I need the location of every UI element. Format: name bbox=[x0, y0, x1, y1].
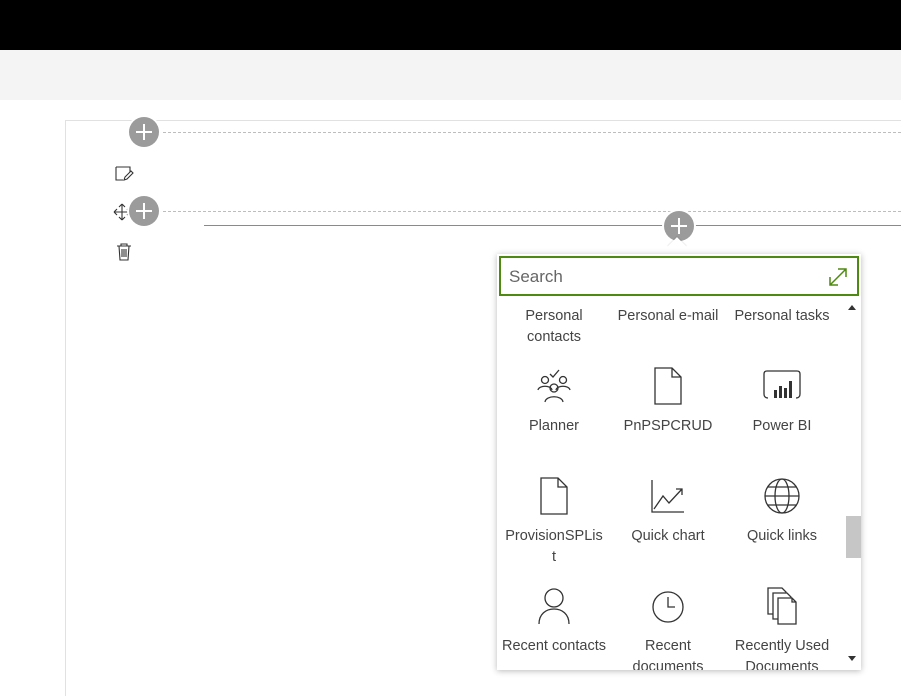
webpart-list: Personal contacts Personal e-mail Person… bbox=[497, 300, 841, 670]
webpart-item-pnpspcrud[interactable]: PnPSPCRUD bbox=[611, 366, 725, 470]
delete-section-button[interactable] bbox=[114, 242, 134, 262]
webpart-label: Personal e-mail bbox=[617, 308, 719, 324]
webpart-insert-line bbox=[204, 225, 901, 226]
webpart-item-quick-links[interactable]: Quick links bbox=[725, 476, 839, 580]
webpart-item-recently-used-documents[interactable]: Recently Used Documents bbox=[725, 586, 839, 670]
globe-icon bbox=[764, 478, 800, 514]
search-input[interactable] bbox=[509, 264, 819, 290]
webpart-label: ProvisionSPList bbox=[505, 528, 603, 565]
trash-icon bbox=[117, 243, 131, 261]
webpart-item-planner[interactable]: Planner bbox=[497, 366, 611, 470]
webpart-item-quick-chart[interactable]: Quick chart bbox=[611, 476, 725, 580]
webpart-label: Power BI bbox=[752, 418, 812, 434]
webpart-item-recent-contacts[interactable]: Recent contacts bbox=[497, 586, 611, 670]
section-divider bbox=[158, 132, 901, 133]
person-icon bbox=[538, 588, 570, 625]
webpart-label: Personal contacts bbox=[525, 308, 583, 345]
clock-icon bbox=[652, 591, 684, 623]
plus-icon bbox=[136, 124, 152, 140]
planner-icon bbox=[537, 369, 571, 403]
edit-section-button[interactable] bbox=[114, 164, 134, 184]
scrollbar[interactable] bbox=[844, 300, 861, 670]
top-bar bbox=[0, 0, 901, 50]
webpart-label: Planner bbox=[529, 418, 579, 434]
webpart-label: Quick links bbox=[746, 528, 818, 544]
expand-icon[interactable] bbox=[827, 266, 849, 288]
plus-icon bbox=[136, 203, 152, 219]
scroll-up-arrow[interactable] bbox=[848, 305, 856, 310]
section-divider bbox=[158, 211, 901, 212]
document-icon bbox=[540, 477, 568, 515]
command-bar bbox=[0, 50, 901, 100]
add-section-top-button[interactable] bbox=[129, 117, 159, 147]
webpart-label: Recently Used Documents bbox=[734, 638, 830, 670]
scroll-down-arrow[interactable] bbox=[848, 656, 856, 661]
webpart-label: Personal tasks bbox=[734, 308, 830, 324]
webpart-label: Quick chart bbox=[631, 528, 705, 544]
document-icon bbox=[654, 367, 682, 405]
webpart-item-power-bi[interactable]: Power BI bbox=[725, 366, 839, 470]
webpart-toolbox: Personal contacts Personal e-mail Person… bbox=[497, 254, 861, 670]
webpart-item-recent-documents[interactable]: Recent documents bbox=[611, 586, 725, 670]
webpart-label: Recent documents bbox=[632, 638, 704, 670]
power-bi-icon bbox=[763, 370, 801, 399]
search-box bbox=[499, 256, 859, 296]
add-section-button[interactable] bbox=[129, 196, 159, 226]
chart-icon bbox=[651, 480, 684, 513]
webpart-label: PnPSPCRUD bbox=[623, 418, 713, 434]
webpart-label: Recent contacts bbox=[502, 638, 606, 654]
add-webpart-button[interactable] bbox=[664, 211, 694, 241]
webpart-item-provisionsplist[interactable]: ProvisionSPList bbox=[497, 476, 611, 580]
edit-icon bbox=[115, 166, 134, 181]
documents-icon bbox=[767, 587, 797, 625]
plus-icon bbox=[671, 218, 687, 234]
scrollbar-thumb[interactable] bbox=[846, 516, 861, 558]
